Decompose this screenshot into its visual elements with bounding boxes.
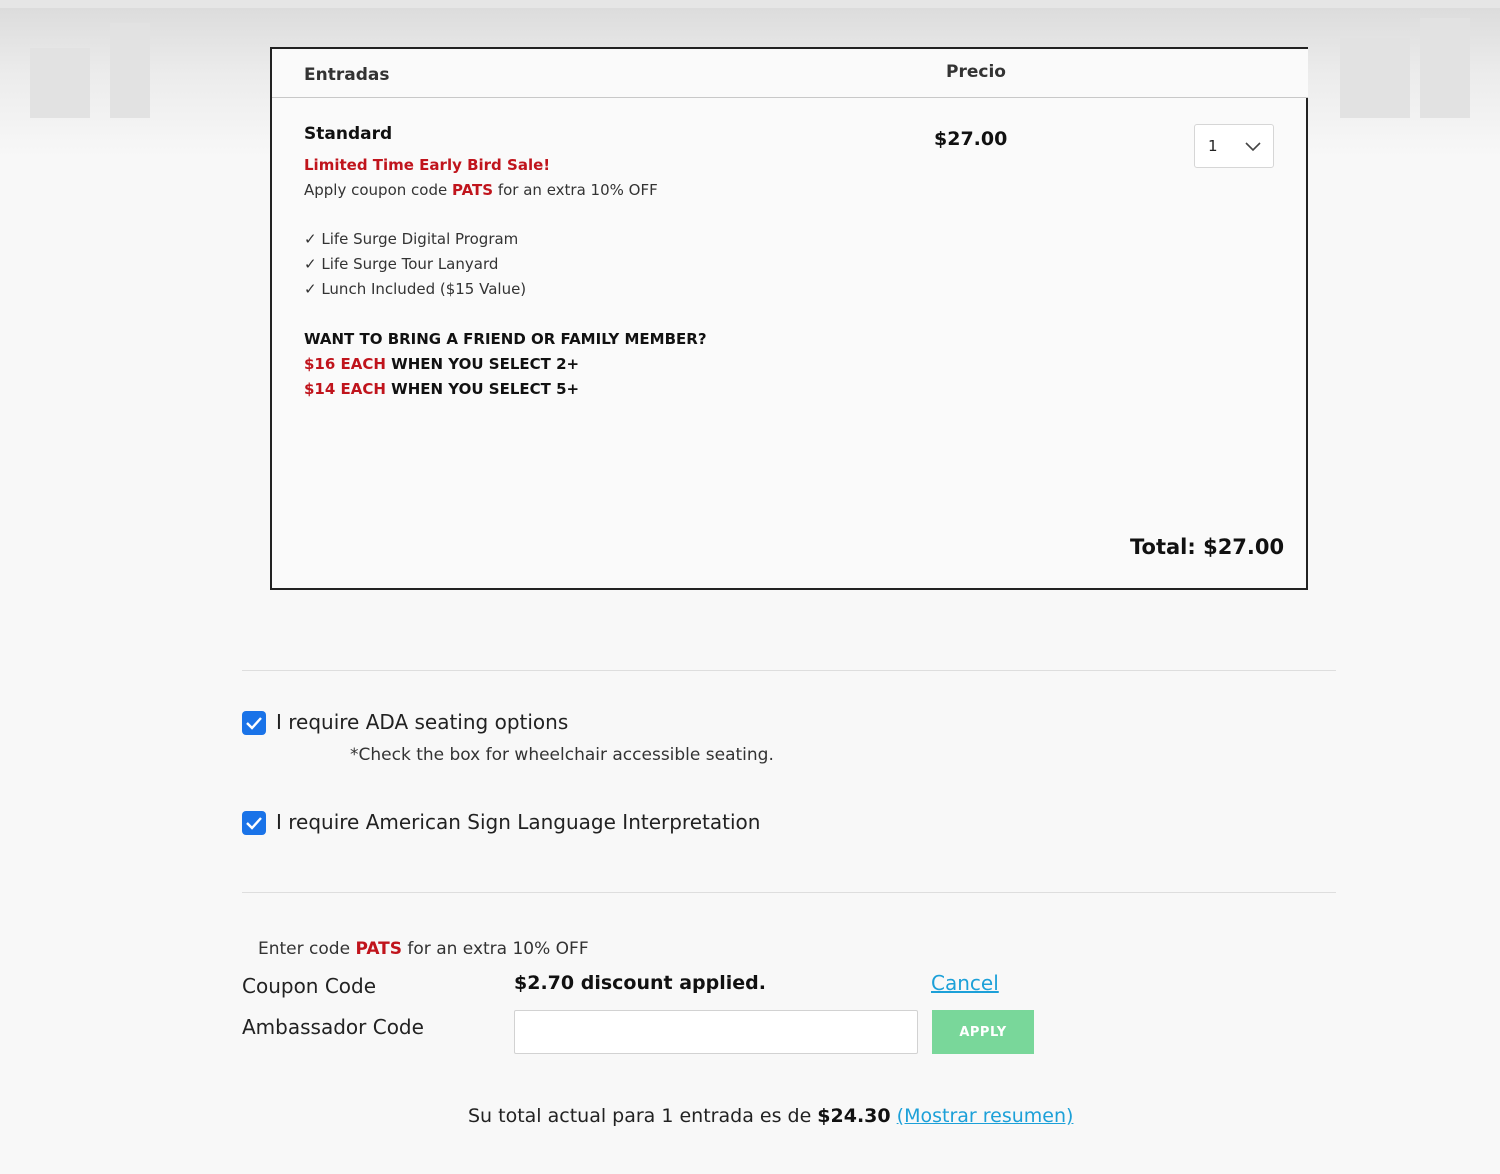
coupon-promo-line: Apply coupon code PATS for an extra 10% … xyxy=(304,181,658,199)
asl-checkbox[interactable] xyxy=(242,811,266,835)
ambassador-code-input[interactable] xyxy=(514,1010,918,1054)
coupon-code-label: Coupon Code xyxy=(242,974,377,998)
group-promo-title: WANT TO BRING A FRIEND OR FAMILY MEMBER? xyxy=(304,330,707,348)
top-border xyxy=(0,0,1500,8)
coupon-code-highlight: PATS xyxy=(355,939,403,959)
check-icon xyxy=(246,717,262,730)
column-header-precio: Precio xyxy=(946,62,1006,82)
early-bird-sale-text: Limited Time Early Bird Sale! xyxy=(304,156,551,174)
check-icon xyxy=(246,817,262,830)
coupon-hint: Enter code PATS for an extra 10% OFF xyxy=(258,939,589,959)
benefit-item: ✓ Life Surge Tour Lanyard xyxy=(304,255,499,273)
cancel-coupon-link[interactable]: Cancel xyxy=(931,971,999,995)
divider xyxy=(242,892,1336,893)
column-header-entradas: Entradas xyxy=(304,65,390,85)
order-summary-line: Su total actual para 1 entrada es de $24… xyxy=(468,1105,1074,1127)
summary-amount: $24.30 xyxy=(817,1105,891,1127)
chevron-down-icon xyxy=(1245,142,1261,152)
group-promo-line: $16 EACH WHEN YOU SELECT 2+ xyxy=(304,355,580,373)
ada-note: *Check the box for wheelchair accessible… xyxy=(350,745,774,765)
benefit-item: ✓ Lunch Included ($15 Value) xyxy=(304,280,527,298)
ticket-price: $27.00 xyxy=(934,128,1008,150)
discount-applied-text: $2.70 discount applied. xyxy=(514,972,766,994)
quantity-value: 1 xyxy=(1208,137,1218,155)
ticket-total: Total: $27.00 xyxy=(1130,535,1285,559)
coupon-code-highlight: PATS xyxy=(451,181,494,199)
ambassador-code-label: Ambassador Code xyxy=(242,1015,424,1039)
group-promo-line: $14 EACH WHEN YOU SELECT 5+ xyxy=(304,380,580,398)
ada-label[interactable]: I require ADA seating options xyxy=(276,710,568,734)
ticket-table-header: Entradas Precio xyxy=(272,49,1308,98)
asl-label[interactable]: I require American Sign Language Interpr… xyxy=(276,810,760,834)
ada-checkbox[interactable] xyxy=(242,711,266,735)
apply-button[interactable]: APPLY xyxy=(932,1010,1034,1054)
ticket-table: Entradas Precio Standard $27.00 1 Limite… xyxy=(270,47,1308,590)
divider xyxy=(242,670,1336,671)
quantity-select[interactable]: 1 xyxy=(1194,124,1274,168)
benefit-item: ✓ Life Surge Digital Program xyxy=(304,230,519,248)
show-summary-link[interactable]: (Mostrar resumen) xyxy=(897,1105,1074,1127)
ticket-name: Standard xyxy=(304,124,393,144)
